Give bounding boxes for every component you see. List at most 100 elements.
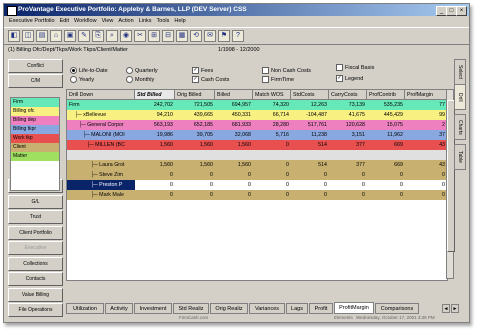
drill-name-cell[interactable]: ├– Laura Grot bbox=[67, 160, 135, 170]
tab-select[interactable]: Select bbox=[454, 59, 466, 85]
tab-comparisons[interactable]: Comparisons bbox=[375, 303, 419, 314]
tab-activity[interactable]: Activity bbox=[105, 303, 133, 314]
sidebar-button[interactable]: Value Billing bbox=[8, 287, 63, 302]
close-icon[interactable]: × bbox=[456, 6, 467, 16]
period-radio[interactable]: Life-to-Date bbox=[70, 67, 108, 74]
radio-icon[interactable] bbox=[126, 76, 133, 83]
tab-investment[interactable]: Investment bbox=[134, 303, 172, 314]
toolbar-icon[interactable]: ▣ bbox=[64, 30, 76, 42]
sidebar-button[interactable]: Conflict bbox=[8, 59, 63, 73]
drill-name-cell[interactable]: ├– Preston P bbox=[67, 180, 135, 190]
toolbar-icon[interactable]: ⚑ bbox=[218, 30, 230, 42]
radio-icon[interactable] bbox=[126, 67, 133, 74]
table-row[interactable]: Firm 242,702 721,505 694,957 74,320 12,263 73,… bbox=[67, 100, 447, 110]
table-row[interactable]: ├– xBellevue 94,210 439,665 450,331 66,714 -1… bbox=[67, 110, 447, 120]
sidebar-button[interactable]: G/L bbox=[8, 194, 63, 209]
drill-name-cell[interactable]: ├– Mark Male bbox=[67, 190, 135, 200]
sidebar-button[interactable]: C/M bbox=[8, 74, 63, 88]
tab-table[interactable]: Table bbox=[454, 144, 466, 170]
legend-level[interactable]: Billing ofc bbox=[11, 107, 59, 116]
tab-orig-realiz[interactable]: Orig Realiz bbox=[210, 303, 248, 314]
toolbar-icon[interactable]: ⟲ bbox=[190, 30, 202, 42]
column-header[interactable]: Drill Down bbox=[67, 90, 135, 100]
legend-level[interactable]: Client bbox=[11, 143, 59, 152]
column-header[interactable]: CarryCosts bbox=[329, 90, 367, 100]
legend-level[interactable]: Work tkp bbox=[11, 134, 59, 143]
menu-item[interactable]: Edit bbox=[60, 17, 69, 26]
menu-item[interactable]: View bbox=[102, 17, 114, 26]
table-row[interactable]: ├– Laura Grot 1,560 1,560 1,560 0 514 377 669 43 bbox=[67, 160, 447, 170]
table-row[interactable] bbox=[67, 150, 447, 160]
legend-level[interactable]: Firm bbox=[11, 98, 59, 107]
period-radio[interactable]: Quarterly bbox=[126, 67, 158, 74]
sidebar-button[interactable]: Executive bbox=[8, 241, 63, 255]
checkbox-icon[interactable]: ✓ bbox=[192, 76, 199, 83]
tab-utilization[interactable]: Utilization bbox=[66, 303, 104, 314]
column-header[interactable]: Billed bbox=[215, 90, 253, 100]
toolbar-icon[interactable]: ✎ bbox=[78, 30, 90, 42]
toolbar-icon[interactable]: ◧ bbox=[8, 30, 20, 42]
sidebar-button[interactable]: Collections bbox=[8, 256, 63, 271]
period-radio[interactable]: Monthly bbox=[126, 76, 154, 83]
toolbar-icon[interactable]: ? bbox=[232, 30, 244, 42]
checkbox-icon[interactable] bbox=[262, 76, 269, 83]
scroll-right-icon[interactable]: ► bbox=[451, 304, 459, 313]
drill-name-cell[interactable]: ├– General Corpor bbox=[67, 120, 135, 130]
menu-item[interactable]: Help bbox=[174, 17, 185, 26]
toolbar-icon[interactable]: ⊟ bbox=[162, 30, 174, 42]
option-checkbox[interactable]: ✓ Legend bbox=[336, 75, 363, 82]
toolbar-icon[interactable]: ◫ bbox=[22, 30, 34, 42]
toolbar-icon[interactable]: ⌂ bbox=[50, 30, 62, 42]
table-row[interactable]: ├– Steve Zim 0 0 0 0 0 0 0 0 bbox=[67, 170, 447, 180]
period-radio[interactable]: Yearly bbox=[70, 76, 94, 83]
tab-lags[interactable]: Lags bbox=[286, 303, 308, 314]
column-header[interactable]: Std Billed bbox=[135, 90, 175, 100]
sidebar-button[interactable]: Contacts bbox=[8, 272, 63, 286]
menu-item[interactable]: Action bbox=[118, 17, 133, 26]
menu-item[interactable]: Executive Portfolio bbox=[9, 17, 55, 26]
option-checkbox[interactable]: Fiscal Basis bbox=[336, 64, 374, 71]
toolbar-icon[interactable]: ◉ bbox=[120, 30, 132, 42]
checkbox-icon[interactable] bbox=[336, 64, 343, 71]
column-header[interactable]: StdCosts bbox=[291, 90, 329, 100]
tab-drill[interactable]: Drill bbox=[454, 84, 466, 110]
tab-profit[interactable]: Profit bbox=[309, 303, 333, 314]
toolbar-icon[interactable]: ▦ bbox=[176, 30, 188, 42]
legend-level[interactable]: Billing tkpr bbox=[11, 125, 59, 134]
table-row[interactable]: ├– General Corpor 563,193 652,185 681,933 28… bbox=[67, 120, 447, 130]
toolbar-icon[interactable]: ⌕ bbox=[106, 30, 118, 42]
column-header[interactable]: ProfContrib bbox=[367, 90, 405, 100]
tab-charts[interactable]: Charts bbox=[454, 114, 466, 140]
column-header[interactable]: Match WOS bbox=[253, 90, 291, 100]
drill-name-cell[interactable]: Firm bbox=[67, 100, 135, 110]
menu-item[interactable]: Tools bbox=[157, 17, 170, 26]
toolbar-icon[interactable]: ⎘ bbox=[92, 30, 104, 42]
menu-item[interactable]: Workflow bbox=[74, 17, 97, 26]
legend-level[interactable]: Matter bbox=[11, 152, 59, 161]
cost-checkbox[interactable]: ✓ Cash Costs bbox=[192, 76, 229, 83]
tab-variances[interactable]: Variances bbox=[249, 303, 285, 314]
table-row[interactable]: ├– MILLEN (BC 1,560 1,560 1,560 0 514 377 669 43 bbox=[67, 140, 447, 150]
toolbar-icon[interactable]: ▤ bbox=[36, 30, 48, 42]
menu-item[interactable]: Links bbox=[139, 17, 152, 26]
sidebar-button[interactable]: Trust bbox=[8, 210, 63, 224]
vertical-scrollbar[interactable] bbox=[446, 89, 455, 279]
tab-std-realiz[interactable]: Std Realiz bbox=[173, 303, 209, 314]
cost-checkbox[interactable]: FirmTime bbox=[262, 76, 294, 83]
table-row[interactable]: ├– Preston P00000000 bbox=[67, 180, 447, 190]
cost-checkbox[interactable]: ✓ Fees bbox=[192, 67, 213, 74]
toolbar-icon[interactable]: ✉ bbox=[204, 30, 216, 42]
drill-name-cell[interactable]: ├– MILLEN (BC bbox=[67, 140, 135, 150]
toolbar-icon[interactable]: ✂ bbox=[134, 30, 146, 42]
checkbox-icon[interactable]: ✓ bbox=[336, 75, 343, 82]
column-header[interactable]: Orig Billed bbox=[175, 90, 215, 100]
checkbox-icon[interactable]: ✓ bbox=[192, 67, 199, 74]
column-header[interactable]: ProfMargin bbox=[405, 90, 447, 100]
radio-icon[interactable] bbox=[70, 67, 77, 74]
drill-name-cell[interactable]: ├– Steve Zim bbox=[67, 170, 135, 180]
radio-icon[interactable] bbox=[70, 76, 77, 83]
sidebar-button[interactable]: Client Portfolio bbox=[8, 225, 63, 240]
table-row[interactable]: ├– Mark Male 0 0 0 0 0 0 0 0 bbox=[67, 190, 447, 200]
drill-name-cell[interactable]: ├– MALONI (MOI bbox=[67, 130, 135, 140]
cost-checkbox[interactable]: Non Cash Costs bbox=[262, 67, 311, 74]
